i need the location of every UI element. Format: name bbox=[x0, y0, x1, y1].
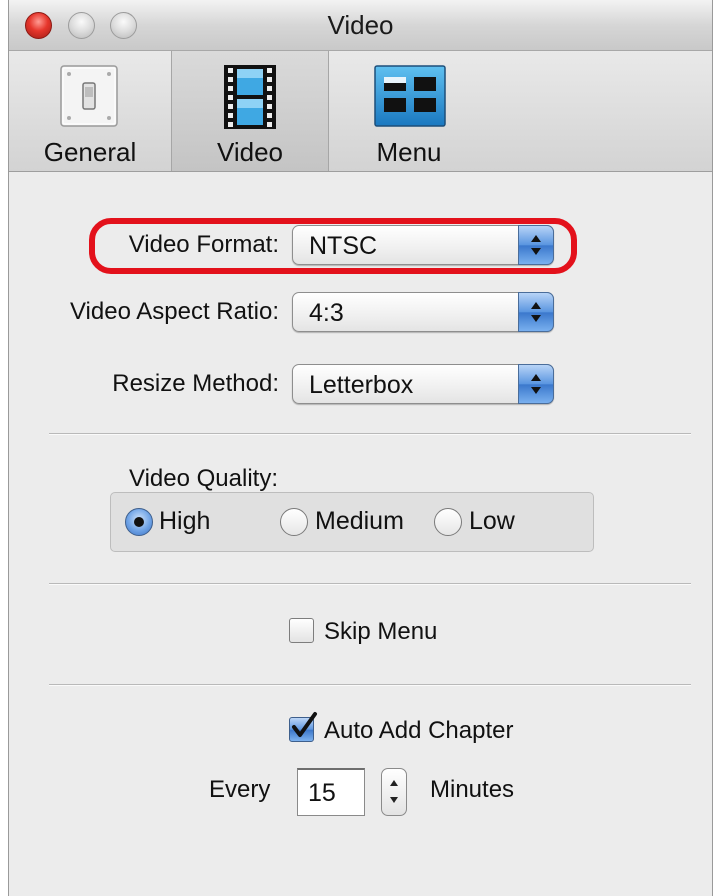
preferences-window: Video General Video Menu Video Format: N… bbox=[8, 0, 713, 896]
minutes-label: Minutes bbox=[430, 776, 515, 803]
video-quality-label: Video Quality: bbox=[129, 465, 278, 492]
chapter-interval-value: 15 bbox=[308, 779, 336, 807]
popup-arrows-icon bbox=[518, 364, 554, 404]
video-aspect-ratio-popup[interactable]: 4:3 bbox=[292, 292, 554, 332]
video-quality-group: High Medium Low bbox=[110, 492, 594, 552]
skip-menu-checkbox[interactable] bbox=[289, 618, 314, 643]
resize-method-value: Letterbox bbox=[309, 371, 414, 399]
video-aspect-ratio-label: Video Aspect Ratio: bbox=[69, 298, 279, 325]
resize-method-popup[interactable]: Letterbox bbox=[292, 364, 554, 404]
video-preferences-pane: Video Format: NTSC Video Aspect Ratio: 4… bbox=[9, 172, 712, 896]
tab-menu-label: Menu bbox=[376, 137, 442, 167]
menu-grid-icon bbox=[374, 65, 446, 127]
auto-add-chapter-checkbox[interactable] bbox=[289, 712, 317, 742]
auto-add-chapter-label[interactable]: Auto Add Chapter bbox=[324, 717, 513, 745]
separator bbox=[49, 684, 691, 686]
chapter-interval-stepper[interactable] bbox=[381, 768, 407, 816]
quality-medium-radio[interactable] bbox=[280, 508, 308, 536]
separator bbox=[49, 583, 691, 585]
preferences-toolbar: General Video Menu bbox=[9, 51, 712, 172]
chapter-interval-field[interactable]: 15 bbox=[297, 768, 365, 816]
video-aspect-ratio-value: 4:3 bbox=[309, 299, 344, 327]
quality-low-radio[interactable] bbox=[434, 508, 462, 536]
tab-menu[interactable]: Menu bbox=[329, 51, 489, 171]
window-title: Video bbox=[327, 10, 394, 40]
every-label: Every bbox=[209, 776, 271, 803]
title-bar[interactable]: Video bbox=[9, 0, 712, 51]
quality-medium-label[interactable]: Medium bbox=[315, 507, 404, 536]
video-format-value: NTSC bbox=[309, 232, 378, 260]
popup-arrows-icon bbox=[518, 292, 554, 332]
video-format-popup[interactable]: NTSC bbox=[292, 225, 554, 265]
stepper-down-icon[interactable] bbox=[390, 797, 398, 803]
quality-high-radio[interactable] bbox=[125, 508, 153, 536]
video-format-label: Video Format: bbox=[128, 231, 279, 258]
tab-video[interactable]: Video bbox=[171, 51, 329, 171]
stepper-up-icon[interactable] bbox=[390, 780, 398, 786]
film-strip-icon bbox=[224, 65, 276, 129]
tab-video-label: Video bbox=[216, 137, 284, 167]
switch-icon bbox=[60, 65, 118, 127]
checkmark-icon bbox=[292, 712, 317, 737]
popup-arrows-icon bbox=[518, 225, 554, 265]
resize-method-label: Resize Method: bbox=[112, 370, 279, 397]
quality-low-label[interactable]: Low bbox=[469, 507, 515, 536]
skip-menu-label[interactable]: Skip Menu bbox=[324, 618, 437, 646]
separator bbox=[49, 433, 691, 435]
tab-general-label: General bbox=[43, 137, 137, 167]
quality-high-label[interactable]: High bbox=[159, 507, 210, 536]
tab-general[interactable]: General bbox=[9, 51, 171, 171]
